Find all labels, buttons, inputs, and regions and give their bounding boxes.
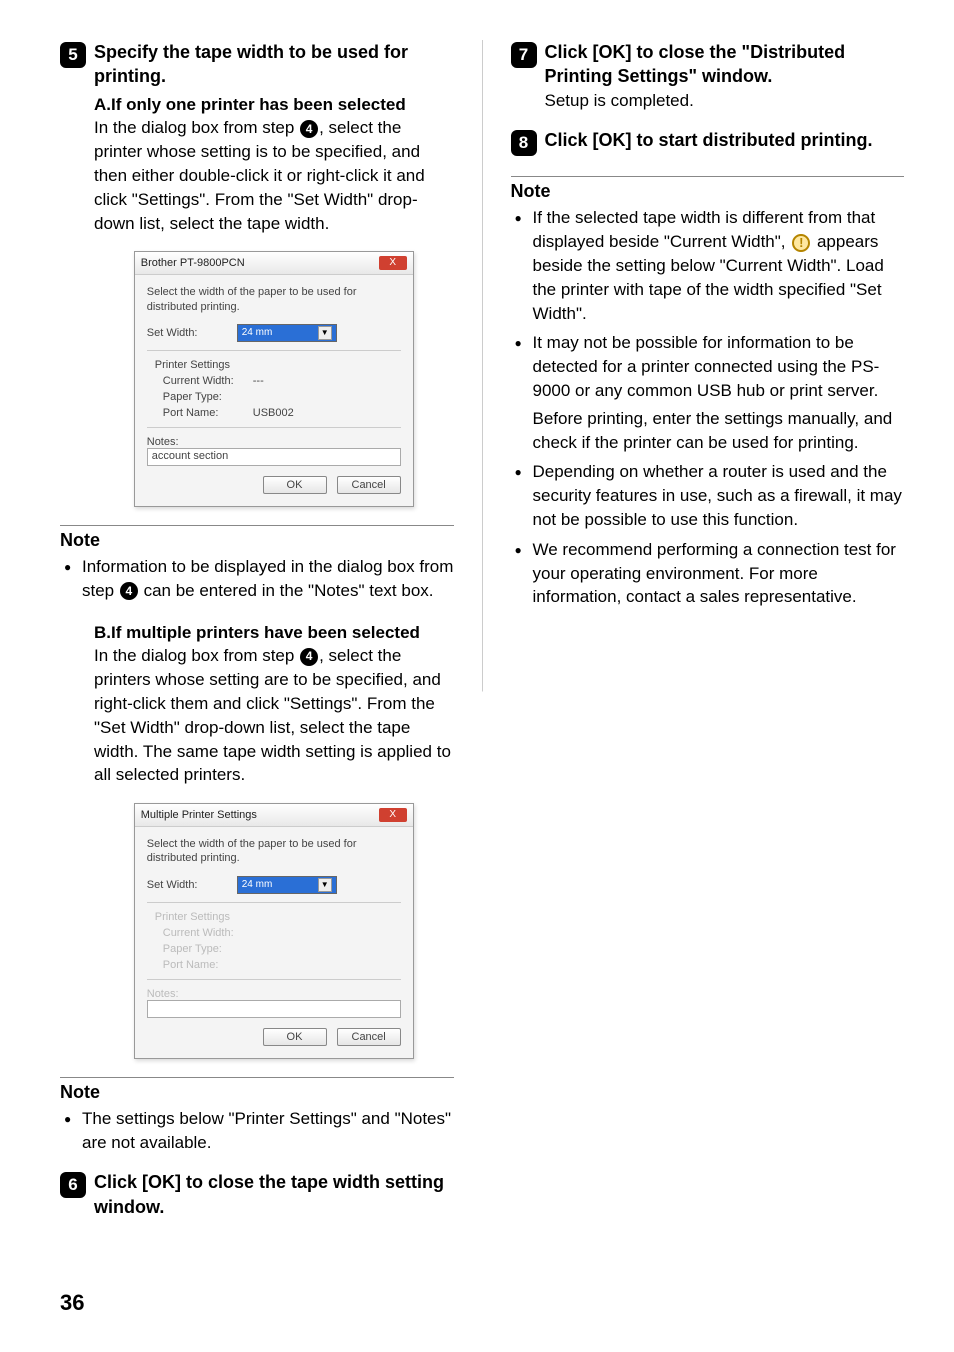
- port-name-label: Port Name:: [163, 407, 253, 419]
- ok-button[interactable]: OK: [263, 1028, 327, 1046]
- notes-input[interactable]: account section: [147, 448, 401, 466]
- warning-icon: !: [792, 234, 810, 252]
- step-6: 6 Click [OK] to close the tape width set…: [60, 1170, 454, 1219]
- section-b-body: In the dialog box from step 4, select th…: [94, 644, 454, 787]
- section-b-heading: B.If multiple printers have been selecte…: [94, 621, 454, 645]
- notes-label: Notes:: [147, 436, 237, 448]
- cancel-button[interactable]: Cancel: [337, 476, 401, 494]
- ok-button[interactable]: OK: [263, 476, 327, 494]
- paper-type-label: Paper Type:: [163, 391, 253, 403]
- chevron-down-icon[interactable]: ▼: [318, 326, 332, 340]
- note-right: Note If the selected tape width is diffe…: [511, 176, 905, 609]
- cancel-button[interactable]: Cancel: [337, 1028, 401, 1046]
- set-width-dropdown[interactable]: 24 mm ▼: [237, 324, 337, 342]
- current-width-label-disabled: Current Width:: [163, 927, 253, 939]
- note-right-item-3: Depending on whether a router is used an…: [515, 460, 905, 531]
- note-1-item: Information to be displayed in the dialo…: [64, 555, 454, 603]
- step-7-body: Setup is completed.: [545, 89, 905, 113]
- note-1-title: Note: [60, 530, 454, 551]
- section-a-heading: A.If only one printer has been selected: [94, 93, 454, 117]
- dialog1-instruction: Select the width of the paper to be used…: [147, 285, 401, 314]
- step-ref-4-icon: 4: [300, 648, 318, 666]
- step-number-6: 6: [60, 1172, 86, 1198]
- step-ref-4-icon: 4: [120, 582, 138, 600]
- note-right-item-2: It may not be possible for information t…: [515, 331, 905, 454]
- dialog-single-printer: Brother PT-9800PCN X Select the width of…: [134, 251, 414, 507]
- step-5-heading: Specify the tape width to be used for pr…: [94, 40, 454, 89]
- note-right-title: Note: [511, 181, 905, 202]
- step-8-heading: Click [OK] to start distributed printing…: [545, 128, 905, 152]
- set-width-dropdown[interactable]: 24 mm ▼: [237, 876, 337, 894]
- step-7: 7 Click [OK] to close the "Distributed P…: [511, 40, 905, 112]
- note-right-item-4: We recommend performing a connection tes…: [515, 538, 905, 609]
- page-number: 36: [60, 1290, 84, 1316]
- dialog1-title: Brother PT-9800PCN: [141, 257, 245, 269]
- note-2-item: The settings below "Printer Settings" an…: [64, 1107, 454, 1155]
- note-1: Note Information to be displayed in the …: [60, 525, 454, 603]
- step-5: 5 Specify the tape width to be used for …: [60, 40, 454, 235]
- port-name-value: USB002: [253, 407, 294, 419]
- close-icon[interactable]: X: [379, 256, 407, 270]
- set-width-label: Set Width:: [147, 879, 237, 891]
- note-2: Note The settings below "Printer Setting…: [60, 1077, 454, 1155]
- current-width-label: Current Width:: [163, 375, 253, 387]
- step-number-5: 5: [60, 42, 86, 68]
- port-name-label-disabled: Port Name:: [163, 959, 253, 971]
- dialog2-instruction: Select the width of the paper to be used…: [147, 837, 401, 866]
- step-ref-4-icon: 4: [300, 120, 318, 138]
- step-6-heading: Click [OK] to close the tape width setti…: [94, 1170, 454, 1219]
- step-number-8: 8: [511, 130, 537, 156]
- printer-settings-label: Printer Settings: [155, 359, 401, 371]
- step-number-7: 7: [511, 42, 537, 68]
- dialog-multiple-printers: Multiple Printer Settings X Select the w…: [134, 803, 414, 1059]
- dialog2-title: Multiple Printer Settings: [141, 809, 257, 821]
- notes-label-disabled: Notes:: [147, 988, 237, 1000]
- notes-input-disabled: [147, 1000, 401, 1018]
- chevron-down-icon[interactable]: ▼: [318, 878, 332, 892]
- step-8: 8 Click [OK] to start distributed printi…: [511, 128, 905, 156]
- current-width-value: ---: [253, 375, 264, 387]
- step-7-heading: Click [OK] to close the "Distributed Pri…: [545, 40, 905, 89]
- paper-type-label-disabled: Paper Type:: [163, 943, 253, 955]
- note-2-title: Note: [60, 1082, 454, 1103]
- set-width-label: Set Width:: [147, 327, 237, 339]
- printer-settings-label-disabled: Printer Settings: [155, 911, 401, 923]
- close-icon[interactable]: X: [379, 808, 407, 822]
- note-right-item-1: If the selected tape width is different …: [515, 206, 905, 325]
- section-a-body: In the dialog box from step 4, select th…: [94, 116, 454, 235]
